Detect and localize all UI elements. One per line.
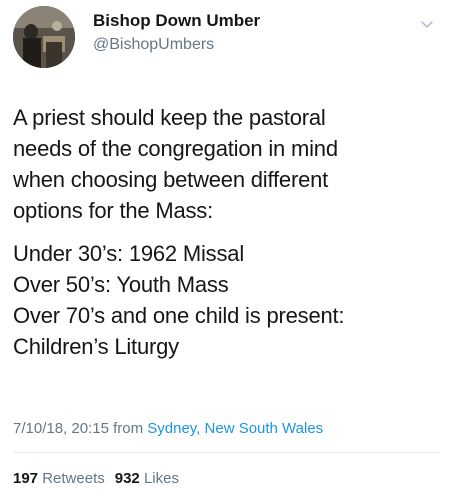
chevron-down-icon[interactable] xyxy=(419,16,435,32)
author-names: Bishop Down Umber @BishopUmbers xyxy=(93,10,260,56)
avatar-image xyxy=(13,6,75,68)
likes-count: 932 xyxy=(114,470,140,487)
likes-label: Likes xyxy=(143,470,179,487)
divider xyxy=(13,452,439,453)
tweet-line: needs of the congregation in mind xyxy=(13,136,338,161)
tweet-paragraph: Under 30’s: 1962 Missal Over 50’s: Youth… xyxy=(13,238,443,362)
tweet-header: Bishop Down Umber @BishopUmbers xyxy=(13,6,439,68)
tweet-meta: 7/10/18, 20:15 from Sydney, New South Wa… xyxy=(13,419,323,439)
tweet-timestamp[interactable]: 7/10/18, 20:15 xyxy=(13,420,109,437)
tweet-line: Over 70’s and one child is present: xyxy=(13,303,345,328)
likes-stat[interactable]: 932 Likes xyxy=(115,470,179,487)
tweet-line: A priest should keep the pastoral xyxy=(13,105,326,130)
tweet-text: A priest should keep the pastoral needs … xyxy=(13,102,443,362)
author-handle[interactable]: @BishopUmbers xyxy=(93,34,260,56)
retweets-label: Retweets xyxy=(42,470,105,487)
tweet-line: Children’s Liturgy xyxy=(13,334,179,359)
tweet-stats: 197 Retweets 932 Likes xyxy=(13,469,179,489)
retweets-count: 197 xyxy=(13,470,39,487)
retweets-stat[interactable]: 197 Retweets xyxy=(13,470,105,487)
avatar[interactable] xyxy=(13,6,75,68)
author-display-name[interactable]: Bishop Down Umber xyxy=(93,10,260,32)
tweet-location-link[interactable]: Sydney, New South Wales xyxy=(147,420,323,437)
tweet-paragraph: A priest should keep the pastoral needs … xyxy=(13,102,443,226)
tweet-line: Over 50’s: Youth Mass xyxy=(13,272,229,297)
tweet-line: Under 30’s: 1962 Missal xyxy=(13,241,245,266)
from-label: from xyxy=(113,420,144,437)
tweet-card: Bishop Down Umber @BishopUmbers A priest… xyxy=(0,0,452,500)
tweet-line: when choosing between different xyxy=(13,167,329,192)
tweet-line: options for the Mass: xyxy=(13,198,214,223)
